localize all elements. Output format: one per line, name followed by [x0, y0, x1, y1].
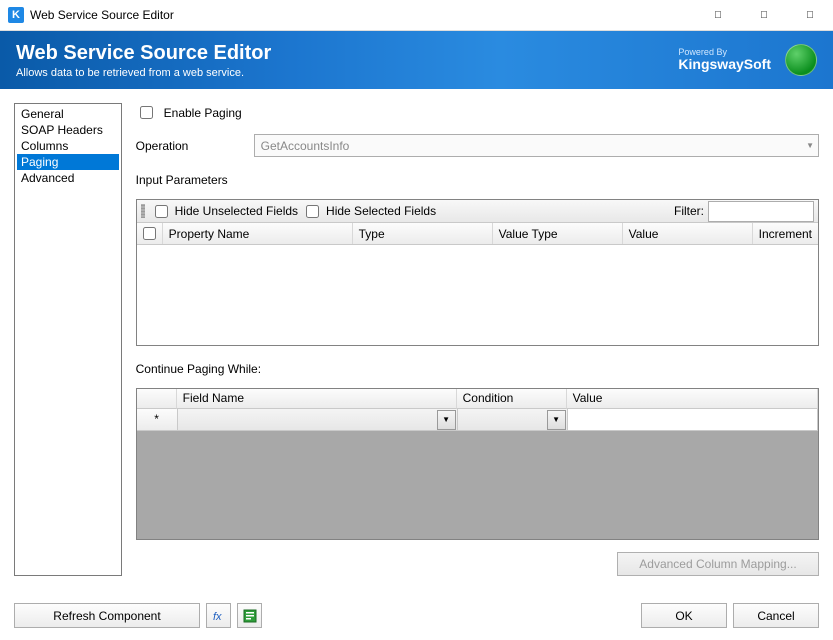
nav-item-soap-headers[interactable]: SOAP Headers — [17, 122, 119, 138]
page-title: Web Service Source Editor — [16, 42, 678, 65]
app-icon: K — [8, 7, 24, 23]
cp-condition-cell[interactable]: ▼ — [458, 409, 568, 431]
cp-col-condition[interactable]: Condition — [457, 389, 567, 409]
col-value[interactable]: Value — [623, 223, 753, 244]
continue-paging-grid-body[interactable] — [137, 431, 818, 539]
svg-text:fx: fx — [213, 611, 222, 623]
refresh-component-label: Refresh Component — [53, 609, 160, 623]
filter-input[interactable] — [708, 201, 814, 222]
documentation-button[interactable] — [237, 603, 262, 628]
continue-paging-header: Field Name Condition Value — [137, 389, 818, 409]
continue-paging-new-row: * ▼ ▼ — [137, 409, 818, 431]
close-button[interactable]:  — [787, 0, 833, 30]
cp-col-value[interactable]: Value — [567, 389, 818, 409]
nav-item-paging[interactable]: Paging — [17, 154, 119, 170]
hide-unselected-checkbox[interactable] — [155, 205, 168, 218]
col-increment[interactable]: Increment — [753, 223, 818, 244]
refresh-component-button[interactable]: Refresh Component — [14, 603, 200, 628]
advanced-column-mapping-button: Advanced Column Mapping... — [617, 552, 819, 576]
cp-value-cell[interactable] — [568, 409, 818, 431]
input-parameters-grid-header: Property Name Type Value Type Value Incr… — [137, 223, 818, 245]
filter-label: Filter: — [674, 204, 704, 218]
operation-combo[interactable]: GetAccountsInfo ▼ — [254, 134, 819, 157]
operation-value: GetAccountsInfo — [261, 139, 350, 153]
chevron-down-icon: ▼ — [806, 141, 814, 150]
col-property-name[interactable]: Property Name — [163, 223, 353, 244]
input-parameters-toolbar: Hide Unselected Fields Hide Selected Fie… — [137, 200, 818, 223]
enable-paging-label: Enable Paging — [164, 106, 242, 120]
globe-icon — [785, 44, 817, 76]
titlebar: K Web Service Source Editor    — [0, 0, 833, 31]
cp-col-field-name[interactable]: Field Name — [177, 389, 457, 409]
hide-selected-checkbox[interactable] — [306, 205, 319, 218]
footer: Refresh Component fx OK Cancel — [0, 590, 833, 640]
nav-item-general[interactable]: General — [17, 106, 119, 122]
ok-button[interactable]: OK — [641, 603, 727, 628]
cp-condition-dropdown[interactable]: ▼ — [547, 410, 566, 430]
expression-button[interactable]: fx — [206, 603, 231, 628]
ok-label: OK — [675, 609, 692, 623]
main-content: Enable Paging Operation GetAccountsInfo … — [136, 103, 819, 576]
cp-field-name-cell[interactable]: ▼ — [178, 409, 458, 431]
cp-row-header: * — [137, 409, 178, 431]
cp-field-name-dropdown[interactable]: ▼ — [437, 410, 456, 430]
enable-paging-checkbox[interactable] — [140, 106, 153, 119]
nav-sidebar: General SOAP Headers Columns Paging Adva… — [14, 103, 122, 576]
branding: Powered By KingswaySoft — [678, 44, 817, 76]
input-parameters-title: Input Parameters — [136, 173, 819, 187]
window-title: Web Service Source Editor — [30, 8, 174, 22]
col-type[interactable]: Type — [353, 223, 493, 244]
toolbar-grip-icon — [141, 204, 145, 218]
continue-paging-panel: Field Name Condition Value * ▼ ▼ — [136, 388, 819, 540]
new-row-marker: * — [154, 412, 159, 426]
nav-item-advanced[interactable]: Advanced — [17, 170, 119, 186]
advanced-column-mapping-label: Advanced Column Mapping... — [639, 557, 796, 571]
col-value-type[interactable]: Value Type — [493, 223, 623, 244]
operation-label: Operation — [136, 139, 246, 153]
cancel-label: Cancel — [757, 609, 794, 623]
minimize-button[interactable]:  — [695, 0, 741, 30]
hide-unselected-label: Hide Unselected Fields — [175, 204, 298, 218]
maximize-button[interactable]:  — [741, 0, 787, 30]
header-banner: Web Service Source Editor Allows data to… — [0, 31, 833, 89]
continue-paging-title: Continue Paging While: — [136, 362, 819, 376]
hide-selected-label: Hide Selected Fields — [326, 204, 436, 218]
cancel-button[interactable]: Cancel — [733, 603, 819, 628]
page-subtitle: Allows data to be retrieved from a web s… — [16, 67, 678, 79]
select-all-checkbox[interactable] — [143, 227, 156, 240]
nav-item-columns[interactable]: Columns — [17, 138, 119, 154]
brand-name: KingswaySoft — [678, 57, 771, 72]
input-parameters-grid-body[interactable] — [137, 245, 818, 345]
input-parameters-panel: Hide Unselected Fields Hide Selected Fie… — [136, 199, 819, 346]
